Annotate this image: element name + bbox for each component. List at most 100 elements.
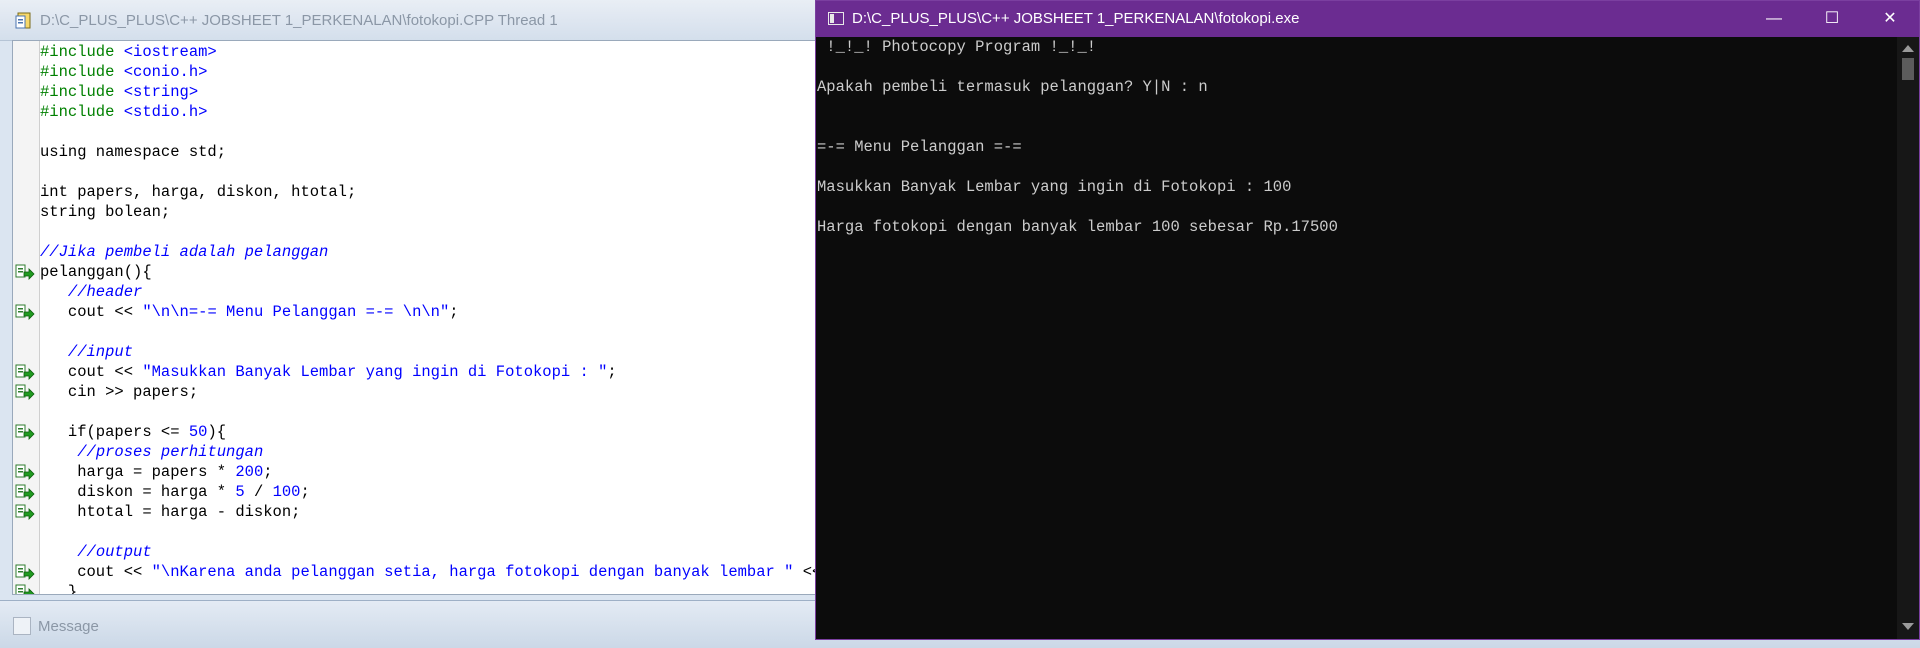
breakpoint-marker-icon[interactable] [15,463,35,481]
code-token: cin >> papers; [40,383,199,401]
console-line: Apakah pembeli termasuk pelanggan? Y|N :… [817,78,1208,96]
breakpoint-marker-icon[interactable] [15,363,35,381]
code-line[interactable]: cout << "Masukkan Banyak Lembar yang ing… [40,362,833,382]
message-icon [13,617,31,635]
code-line[interactable] [40,222,833,242]
code-token: #include [40,83,124,101]
maximize-button[interactable]: ☐ [1803,1,1861,37]
breakpoint-marker-icon[interactable] [15,303,35,321]
code-token: #include [40,63,124,81]
code-token: cout << [40,563,152,581]
breakpoint-marker-icon[interactable] [15,503,35,521]
editor-gutter[interactable] [13,41,40,594]
code-area[interactable]: #include <iostream> #include <conio.h> #in… [40,42,833,594]
code-token: "\nKarena anda pelanggan setia, harga fo… [151,563,794,581]
scroll-thumb[interactable] [1902,58,1914,80]
code-token: using namespace std; [40,143,227,161]
breakpoint-marker-icon[interactable] [15,563,35,581]
code-token: string bolean; [40,203,171,221]
breakpoint-marker-icon[interactable] [15,583,35,595]
code-token: //input [67,343,134,361]
code-token: ){ [207,423,227,441]
console-title: D:\C_PLUS_PLUS\C++ JOBSHEET 1_PERKENALAN… [852,10,1300,27]
code-line[interactable]: #include <string> [40,82,833,102]
code-line[interactable]: harga = papers * 200; [40,462,833,482]
code-line[interactable]: #include <conio.h> [40,62,833,82]
code-token: //proses perhitungan [77,443,264,461]
code-line[interactable]: #include <iostream> [40,42,833,62]
breakpoint-marker-icon[interactable] [15,483,35,501]
code-line[interactable]: pelanggan(){ [40,262,833,282]
code-token: / [244,483,273,501]
scroll-up-arrow-icon[interactable] [1902,45,1914,52]
code-token: //output [77,543,152,561]
code-line[interactable]: cin >> papers; [40,382,833,402]
minimize-button[interactable]: — [1745,1,1803,37]
code-token: //Jika pembeli adalah pelanggan [40,243,329,261]
code-token: 200 [235,463,264,481]
console-window[interactable]: D:\C_PLUS_PLUS\C++ JOBSHEET 1_PERKENALAN… [815,0,1920,640]
code-token: 5 [235,483,245,501]
code-line[interactable]: //Jika pembeli adalah pelanggan [40,242,833,262]
code-token: "Masukkan Banyak Lembar yang ingin di Fo… [142,363,608,381]
code-line[interactable]: if(papers <= 50){ [40,422,833,442]
code-line[interactable] [40,522,833,542]
console-title-bar[interactable]: D:\C_PLUS_PLUS\C++ JOBSHEET 1_PERKENALAN… [816,1,1919,37]
code-line[interactable]: } [40,582,833,595]
code-token: cout << [40,363,143,381]
code-token: ; [300,483,310,501]
code-line[interactable]: cout << "\n\n=-= Menu Pelanggan =-= \n\n… [40,302,833,322]
code-line[interactable] [40,162,833,182]
code-line[interactable] [40,322,833,342]
code-line[interactable]: using namespace std; [40,142,833,162]
close-button[interactable]: ✕ [1861,1,1919,37]
code-token: ; [449,303,459,321]
code-token: pelanggan(){ [40,263,152,281]
code-line[interactable] [40,122,833,142]
breakpoint-marker-icon[interactable] [15,383,35,401]
code-line[interactable]: cout << "\nKarena anda pelanggan setia, … [40,562,833,582]
breakpoint-marker-icon[interactable] [15,263,35,281]
code-token: ; [607,363,617,381]
code-token: //header [67,283,143,301]
code-token: } [40,583,78,595]
code-token: 50 [188,423,208,441]
console-line: Masukkan Banyak Lembar yang ingin di Fot… [817,178,1292,196]
code-token: cout << [40,303,143,321]
editor-title: D:\C_PLUS_PLUS\C++ JOBSHEET 1_PERKENALAN… [40,12,558,29]
code-editor[interactable]: #include <iostream> #include <conio.h> #in… [12,40,834,595]
code-token: if(papers <= [40,423,189,441]
code-token: diskon = harga * [40,483,236,501]
code-token: #include [40,103,124,121]
code-line[interactable] [40,402,833,422]
code-line[interactable]: diskon = harga * 5 / 100; [40,482,833,502]
breakpoint-marker-icon[interactable] [15,423,35,441]
code-token: <conio.h> [123,63,208,81]
code-line[interactable]: //output [40,542,833,562]
message-panel-title: Message [38,618,99,635]
code-token: <string> [123,83,199,101]
code-token: "\n\n=-= Menu Pelanggan =-= \n\n" [142,303,450,321]
console-output[interactable]: !_!_! Photocopy Program !_!_! Apakah pemb… [817,37,1897,639]
console-line: !_!_! Photocopy Program !_!_! [817,38,1097,56]
editor-title-bar[interactable]: D:\C_PLUS_PLUS\C++ JOBSHEET 1_PERKENALAN… [0,0,830,41]
code-token: 100 [272,483,301,501]
code-line[interactable]: //header [40,282,833,302]
code-line[interactable]: htotal = harga - diskon; [40,502,833,522]
code-line[interactable]: string bolean; [40,202,833,222]
code-token: ; [263,463,273,481]
code-token: <stdio.h> [123,103,208,121]
scroll-down-arrow-icon[interactable] [1902,623,1914,630]
source-file-icon [15,12,31,29]
code-line[interactable]: #include <stdio.h> [40,102,833,122]
code-line[interactable]: //proses perhitungan [40,442,833,462]
code-line[interactable]: //input [40,342,833,362]
code-line[interactable]: int papers, harga, diskon, htotal; [40,182,833,202]
console-scrollbar[interactable] [1897,37,1919,639]
console-line: Harga fotokopi dengan banyak lembar 100 … [817,218,1338,236]
